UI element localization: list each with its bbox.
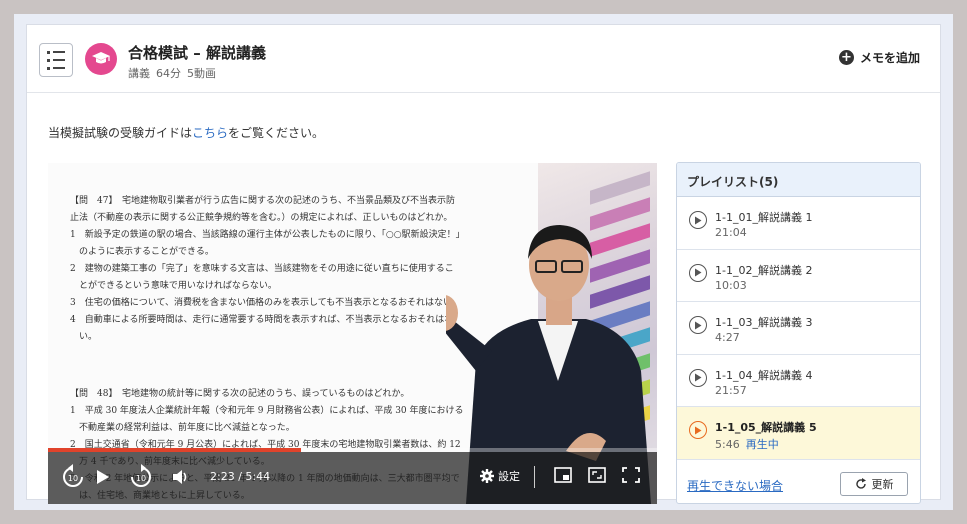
graduation-cap-icon	[85, 43, 117, 75]
playlist-item-title: 1-1_05_解説講義 5	[715, 421, 817, 435]
play-icon[interactable]	[96, 469, 110, 485]
fullscreen-icon[interactable]	[622, 467, 640, 483]
playlist-item-title: 1-1_04_解説講義 4	[715, 368, 813, 382]
header: 合格模試 – 解説講義 講義 64分 5動画 + メモを追加	[27, 25, 940, 93]
plus-circle-icon: +	[838, 50, 854, 65]
add-memo-button[interactable]: + メモを追加	[838, 49, 920, 66]
playlist-item-duration-row: 4:27	[715, 331, 740, 344]
guide-link[interactable]: こちら	[192, 126, 228, 140]
rewind-label: 10	[68, 474, 78, 483]
cannot-play-link[interactable]: 再生できない場合	[687, 477, 783, 494]
guide-text: 当模擬試験の受験ガイドはこちらをご覧ください。	[48, 124, 324, 141]
playlist-item[interactable]: 1-1_05_解説講義 5 5:46 再生中	[677, 407, 920, 460]
playlist-item-title: 1-1_03_解説講義 3	[715, 316, 813, 330]
picture-in-picture-icon[interactable]	[554, 467, 572, 483]
time-separator: /	[238, 470, 242, 483]
playlist-item-duration-row: 10:03	[715, 279, 747, 292]
playlist-item-duration-row: 5:46 再生中	[715, 436, 779, 452]
play-circle-icon	[689, 263, 707, 282]
page-title: 合格模試 – 解説講義	[128, 44, 266, 62]
play-circle-icon	[689, 316, 707, 335]
now-playing-label: 再生中	[745, 438, 779, 452]
playlist-title: プレイリスト(5)	[677, 163, 920, 197]
play-circle-icon	[689, 211, 707, 229]
rewind-10-icon[interactable]: 10	[60, 464, 86, 490]
playlist-footer: 再生できない場合 更新	[677, 465, 920, 503]
playlist-item-duration: 4:27	[715, 331, 740, 345]
add-memo-label: メモを追加	[859, 51, 920, 65]
playlist-item-duration-row: 21:04	[715, 226, 747, 239]
document-line: 【問 47】 宅地建物取引業者が行う広告に関する次の記述のうち、不当景品類及び不…	[70, 196, 455, 206]
play-circle-icon	[689, 421, 707, 440]
settings-button[interactable]: 設定	[480, 468, 520, 484]
playlist-item[interactable]: 1-1_03_解説講義 3 4:27	[677, 302, 920, 355]
meta-duration: 64分	[156, 67, 181, 80]
forward-10-icon[interactable]: 10	[128, 464, 154, 490]
settings-label: 設定	[498, 470, 520, 483]
guide-prefix: 当模擬試験の受験ガイドは	[48, 126, 193, 140]
theater-mode-icon[interactable]	[588, 467, 606, 483]
playlist-panel: プレイリスト(5) 1-1_01_解説講義 1 21:04 1-1_02_解説講義 …	[676, 162, 921, 504]
time-current: 2:23	[210, 470, 235, 483]
time-total: 5:44	[245, 470, 271, 483]
playlist-item-duration-row: 21:57	[715, 384, 747, 397]
refresh-button[interactable]: 更新	[840, 472, 908, 496]
playlist-item-duration: 5:46	[715, 438, 740, 452]
refresh-label: 更新	[871, 478, 894, 491]
video-player[interactable]: 【問 47】 宅地建物取引業者が行う広告に関する次の記述のうち、不当景品類及び不…	[48, 163, 657, 504]
meta-type: 講義	[128, 67, 150, 80]
guide-suffix: をご覧ください。	[228, 126, 325, 140]
playlist-item-duration: 21:04	[715, 226, 747, 239]
playlist-item-title: 1-1_01_解説講義 1	[715, 211, 813, 224]
playlist-item-title: 1-1_02_解説講義 2	[715, 263, 813, 277]
forward-label: 10	[136, 474, 146, 483]
course-meta: 講義 64分 5動画	[128, 65, 216, 81]
refresh-icon	[855, 478, 866, 489]
list-icon	[47, 50, 65, 54]
gear-icon	[480, 469, 494, 483]
playlist-item-duration: 21:57	[715, 383, 747, 397]
play-circle-icon	[689, 368, 707, 387]
page-frame: 合格模試 – 解説講義 講義 64分 5動画 + メモを追加 当模擬試験の受験ガ…	[14, 14, 953, 510]
player-controls: 10 10 2:23 / 5:44 設定	[48, 452, 657, 504]
divider	[534, 466, 535, 488]
playlist-item[interactable]: 1-1_01_解説講義 1 21:04	[677, 197, 920, 250]
playlist-item-duration: 10:03	[715, 278, 747, 292]
meta-count: 5動画	[187, 67, 216, 80]
lecture-card: 合格模試 – 解説講義 講義 64分 5動画 + メモを追加 当模擬試験の受験ガ…	[26, 24, 941, 504]
time-display: 2:23 / 5:44	[210, 470, 270, 483]
playlist-item[interactable]: 1-1_04_解説講義 4 21:57	[677, 354, 920, 408]
volume-icon[interactable]	[172, 468, 190, 486]
playlist-item[interactable]: 1-1_02_解説講義 2 10:03	[677, 249, 920, 303]
menu-button[interactable]	[39, 43, 73, 77]
